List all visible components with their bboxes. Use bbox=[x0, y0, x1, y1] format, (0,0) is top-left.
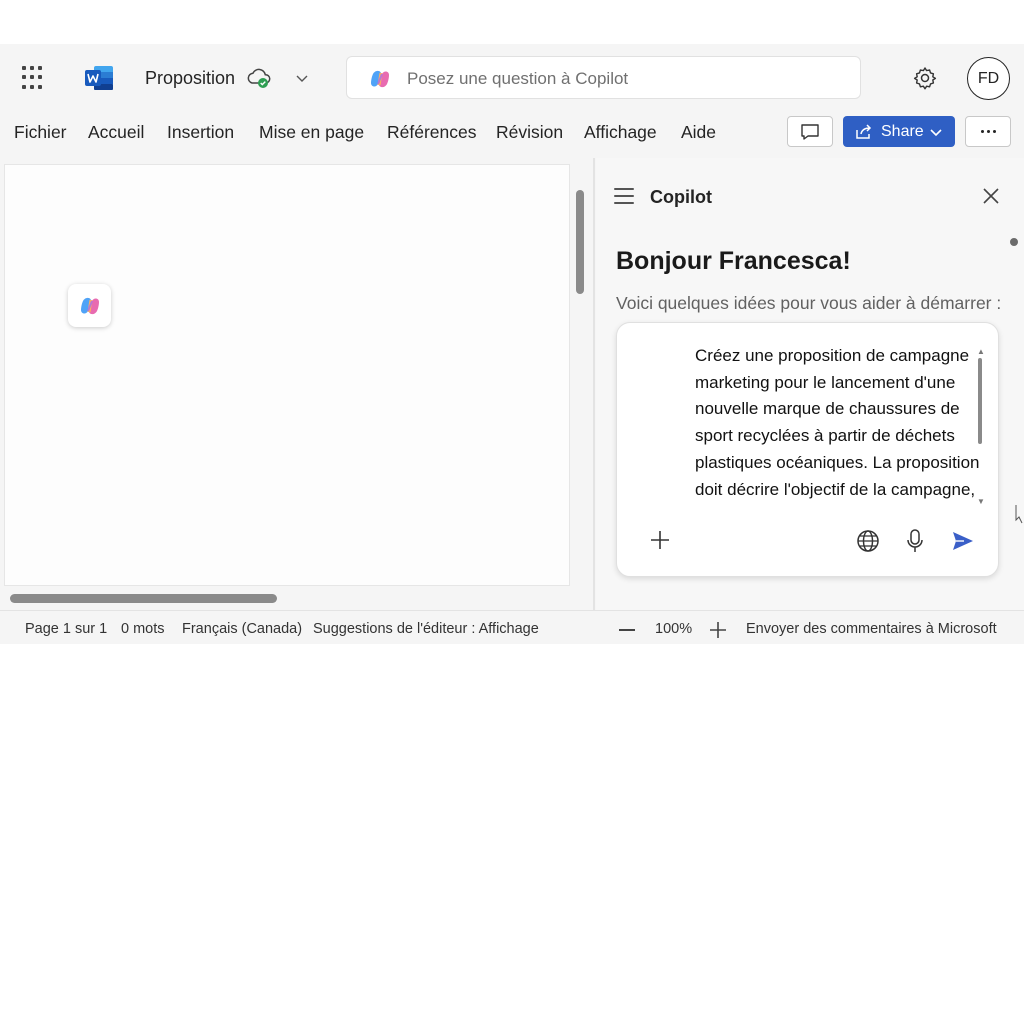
zoom-out-icon[interactable] bbox=[619, 629, 635, 631]
tab-accueil[interactable]: Accueil bbox=[88, 122, 144, 143]
share-icon bbox=[856, 123, 872, 139]
document-title[interactable]: Proposition bbox=[145, 68, 235, 89]
title-bar: Proposition Posez une question à Copilot… bbox=[0, 44, 1024, 112]
add-attachment-icon[interactable] bbox=[649, 529, 671, 551]
chevron-down-icon bbox=[930, 128, 942, 136]
copilot-logo-icon bbox=[371, 70, 389, 88]
document-canvas[interactable] bbox=[4, 164, 570, 586]
pane-scroll-indicator[interactable] bbox=[1010, 238, 1018, 246]
more-options-button[interactable] bbox=[965, 116, 1011, 147]
avatar[interactable]: FD bbox=[967, 57, 1010, 100]
tab-insertion[interactable]: Insertion bbox=[167, 122, 234, 143]
tab-references[interactable]: Références bbox=[387, 122, 477, 143]
prompt-scrollbar[interactable] bbox=[978, 358, 982, 444]
language-indicator[interactable]: Français (Canada) bbox=[182, 621, 302, 637]
ribbon-tabs: Fichier Accueil Insertion Mise en page R… bbox=[0, 112, 1024, 152]
copilot-inline-button[interactable] bbox=[68, 284, 111, 327]
search-placeholder: Posez une question à Copilot bbox=[407, 69, 629, 88]
page-count: Page 1 sur 1 bbox=[25, 621, 108, 637]
share-label: Share bbox=[881, 122, 924, 140]
pane-divider[interactable] bbox=[593, 158, 595, 610]
word-count[interactable]: 0 mots bbox=[121, 621, 165, 637]
horizontal-scrollbar[interactable] bbox=[10, 594, 277, 603]
scroll-down-arrow-icon[interactable]: ▼ bbox=[977, 497, 985, 506]
tab-fichier[interactable]: Fichier bbox=[14, 122, 67, 143]
word-app-window: Proposition Posez une question à Copilot… bbox=[0, 44, 1024, 644]
feedback-link[interactable]: Envoyer des commentaires à Microsoft bbox=[746, 621, 997, 637]
mouse-cursor-icon bbox=[1015, 505, 1023, 524]
tab-revision[interactable]: Révision bbox=[496, 122, 563, 143]
copilot-prompt-box[interactable]: Créez une proposition de campagne market… bbox=[616, 322, 999, 577]
editor-suggestions[interactable]: Suggestions de l'éditeur : Affichage bbox=[313, 621, 539, 637]
tab-aide[interactable]: Aide bbox=[681, 122, 716, 143]
hamburger-menu-icon[interactable] bbox=[614, 188, 634, 204]
status-bar: Page 1 sur 1 0 mots Français (Canada) Su… bbox=[0, 610, 1024, 644]
share-button[interactable]: Share bbox=[843, 116, 955, 147]
tab-affichage[interactable]: Affichage bbox=[584, 122, 657, 143]
microphone-icon[interactable] bbox=[905, 528, 925, 554]
app-launcher-icon[interactable] bbox=[22, 66, 46, 90]
comments-button[interactable] bbox=[787, 116, 833, 147]
word-logo-icon[interactable] bbox=[84, 64, 114, 92]
vertical-scrollbar[interactable] bbox=[576, 190, 584, 294]
prompt-input[interactable]: Créez une proposition de campagne market… bbox=[695, 343, 980, 509]
copilot-subtitle: Voici quelques idées pour vous aider à d… bbox=[616, 293, 1002, 313]
copilot-pane-title: Copilot bbox=[650, 187, 712, 207]
copilot-logo-icon bbox=[80, 297, 99, 314]
zoom-level[interactable]: 100% bbox=[655, 621, 692, 637]
gear-icon[interactable] bbox=[912, 65, 938, 91]
globe-icon[interactable] bbox=[856, 529, 880, 553]
scroll-up-arrow-icon[interactable]: ▲ bbox=[977, 347, 985, 356]
comment-icon bbox=[801, 123, 819, 140]
copilot-pane: Copilot Bonjour Francesca! Voici quelque… bbox=[596, 158, 1024, 610]
copilot-greeting: Bonjour Francesca! bbox=[616, 247, 851, 275]
tab-mise-en-page[interactable]: Mise en page bbox=[259, 122, 364, 143]
close-icon[interactable] bbox=[981, 186, 1001, 206]
copilot-search-box[interactable]: Posez une question à Copilot bbox=[346, 56, 861, 99]
send-icon[interactable] bbox=[951, 529, 975, 553]
zoom-in-icon[interactable] bbox=[710, 622, 726, 638]
cloud-saved-icon[interactable] bbox=[246, 65, 272, 91]
chevron-down-icon[interactable] bbox=[294, 70, 310, 86]
